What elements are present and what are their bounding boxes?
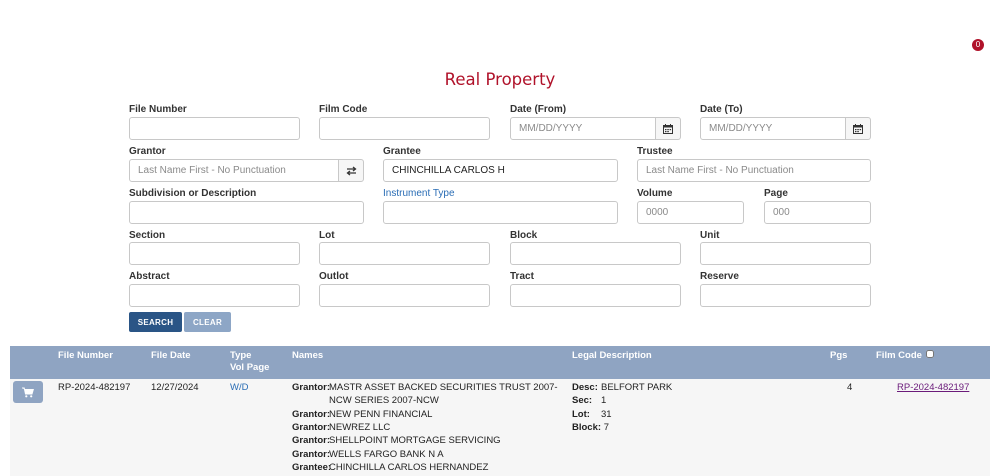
volume-input[interactable] (637, 201, 744, 224)
col-vol-page[interactable]: Vol Page (230, 362, 269, 374)
name-value: NEW PENN FINANCIAL (329, 408, 433, 420)
legal-desc: Desc: BELFORT PARK (572, 381, 672, 394)
legal-block-label: Block: (572, 421, 602, 433)
lot-label: Lot (319, 230, 335, 241)
legal-sec-label: Sec: (572, 395, 593, 407)
name-entry: Grantor: WELLS FARGO BANK N A (292, 448, 444, 461)
legal-block-value: 7 (603, 421, 609, 433)
file-number-input[interactable] (129, 117, 300, 140)
section-label: Section (129, 230, 166, 241)
legal-desc-label: Desc: (572, 382, 598, 393)
outlot-label: Outlot (319, 271, 349, 282)
name-entry: Grantor: MASTR ASSET BACKED SECURITIES T… (292, 381, 558, 394)
block-label: Block (510, 230, 538, 241)
grantor-label: Grantor (129, 146, 166, 157)
outlot-input[interactable] (319, 284, 490, 307)
col-names[interactable]: Names (292, 350, 323, 362)
section-input[interactable] (129, 242, 300, 265)
row-type-link[interactable]: W/D (230, 382, 248, 393)
date-from-calendar-button[interactable] (655, 117, 681, 140)
row-film-code-link[interactable]: RP-2024-482197 (897, 382, 969, 393)
row-file-date: 12/27/2024 (151, 382, 199, 393)
date-to-input[interactable] (700, 117, 846, 140)
unit-input[interactable] (700, 242, 871, 265)
subdivision-label: Subdivision or Description (129, 188, 257, 199)
instrument-type-link[interactable]: Instrument Type (383, 188, 455, 199)
page-label: Page (764, 188, 788, 199)
name-value: CHINCHILLA CARLOS HERNANDEZ (329, 461, 489, 473)
trustee-label: Trustee (637, 146, 673, 157)
name-role: Grantor: (292, 382, 330, 393)
col-film-code[interactable]: Film Code (876, 350, 922, 362)
col-legal-description[interactable]: Legal Description (572, 350, 652, 362)
grantor-swap-button[interactable] (338, 159, 364, 182)
legal-sec-value: 1 (601, 395, 607, 407)
grantee-input[interactable] (383, 159, 618, 182)
abstract-label: Abstract (129, 271, 170, 282)
name-role: Grantor: (292, 421, 330, 433)
legal-lot-value: 31 (601, 408, 612, 420)
unit-label: Unit (700, 230, 720, 241)
name-role: Grantor: (292, 448, 330, 460)
date-from-input[interactable] (510, 117, 656, 140)
reserve-label: Reserve (700, 271, 739, 282)
legal-lot-label: Lot: (572, 408, 590, 420)
film-code-input[interactable] (319, 117, 490, 140)
name-value: WELLS FARGO BANK N A (329, 448, 444, 460)
cart-count-badge[interactable]: 0 (972, 39, 984, 51)
col-file-number[interactable]: File Number (58, 350, 113, 362)
date-to-label: Date (To) (700, 104, 743, 115)
date-from-label: Date (From) (510, 104, 567, 115)
name-value: NCW SERIES 2007-NCW (329, 395, 439, 407)
legal-sec: Sec: 1 (572, 394, 606, 407)
name-value: SHELLPOINT MORTGAGE SERVICING (329, 435, 501, 447)
block-input[interactable] (510, 242, 681, 265)
grantor-input[interactable] (129, 159, 339, 182)
instrument-type-input[interactable] (383, 201, 618, 224)
name-role: Grantor: (292, 435, 330, 447)
subdivision-input[interactable] (129, 201, 364, 224)
page-input[interactable] (764, 201, 871, 224)
name-entry: Grantor: NEWREZ LLC (292, 421, 390, 434)
abstract-input[interactable] (129, 284, 300, 307)
page-title: Real Property (444, 70, 556, 89)
col-pgs[interactable]: Pgs (830, 350, 847, 362)
shopping-cart-icon (22, 387, 34, 397)
reserve-input[interactable] (700, 284, 871, 307)
film-code-label: Film Code (319, 104, 368, 115)
name-role: Grantee: (292, 461, 332, 473)
clear-button[interactable]: CLEAR (184, 312, 231, 332)
name-entry: Grantor: SHELLPOINT MORTGAGE SERVICING (292, 434, 501, 447)
file-number-label: File Number (129, 104, 187, 115)
name-value: NEWREZ LLC (329, 421, 391, 433)
grantee-label: Grantee (383, 146, 421, 157)
name-entry: Grantee: CHINCHILLA CARLOS HERNANDEZ (292, 461, 488, 474)
volume-label: Volume (637, 188, 673, 199)
legal-desc-value: BELFORT PARK (601, 382, 673, 393)
add-to-cart-button[interactable] (13, 381, 43, 403)
tract-label: Tract (510, 271, 534, 282)
swap-arrows-icon (345, 165, 357, 176)
date-to-calendar-button[interactable] (845, 117, 871, 140)
row-file-number: RP-2024-482197 (58, 382, 131, 393)
name-entry: Grantor: NEW PENN FINANCIAL (292, 408, 432, 421)
legal-block: Block: 7 (572, 421, 609, 434)
name-role: Grantor: (292, 408, 330, 420)
trustee-input[interactable] (637, 159, 871, 182)
col-file-date[interactable]: File Date (151, 350, 191, 362)
film-code-select-all-checkbox[interactable] (926, 350, 934, 358)
col-type[interactable]: Type (230, 350, 251, 362)
calendar-icon (853, 123, 863, 134)
lot-input[interactable] (319, 242, 490, 265)
tract-input[interactable] (510, 284, 681, 307)
row-pgs: 4 (847, 382, 853, 393)
calendar-icon (663, 123, 673, 134)
legal-lot: Lot: 31 (572, 408, 612, 421)
name-value: MASTR ASSET BACKED SECURITIES TRUST 2007… (329, 382, 558, 393)
search-button[interactable]: SEARCH (129, 312, 182, 332)
